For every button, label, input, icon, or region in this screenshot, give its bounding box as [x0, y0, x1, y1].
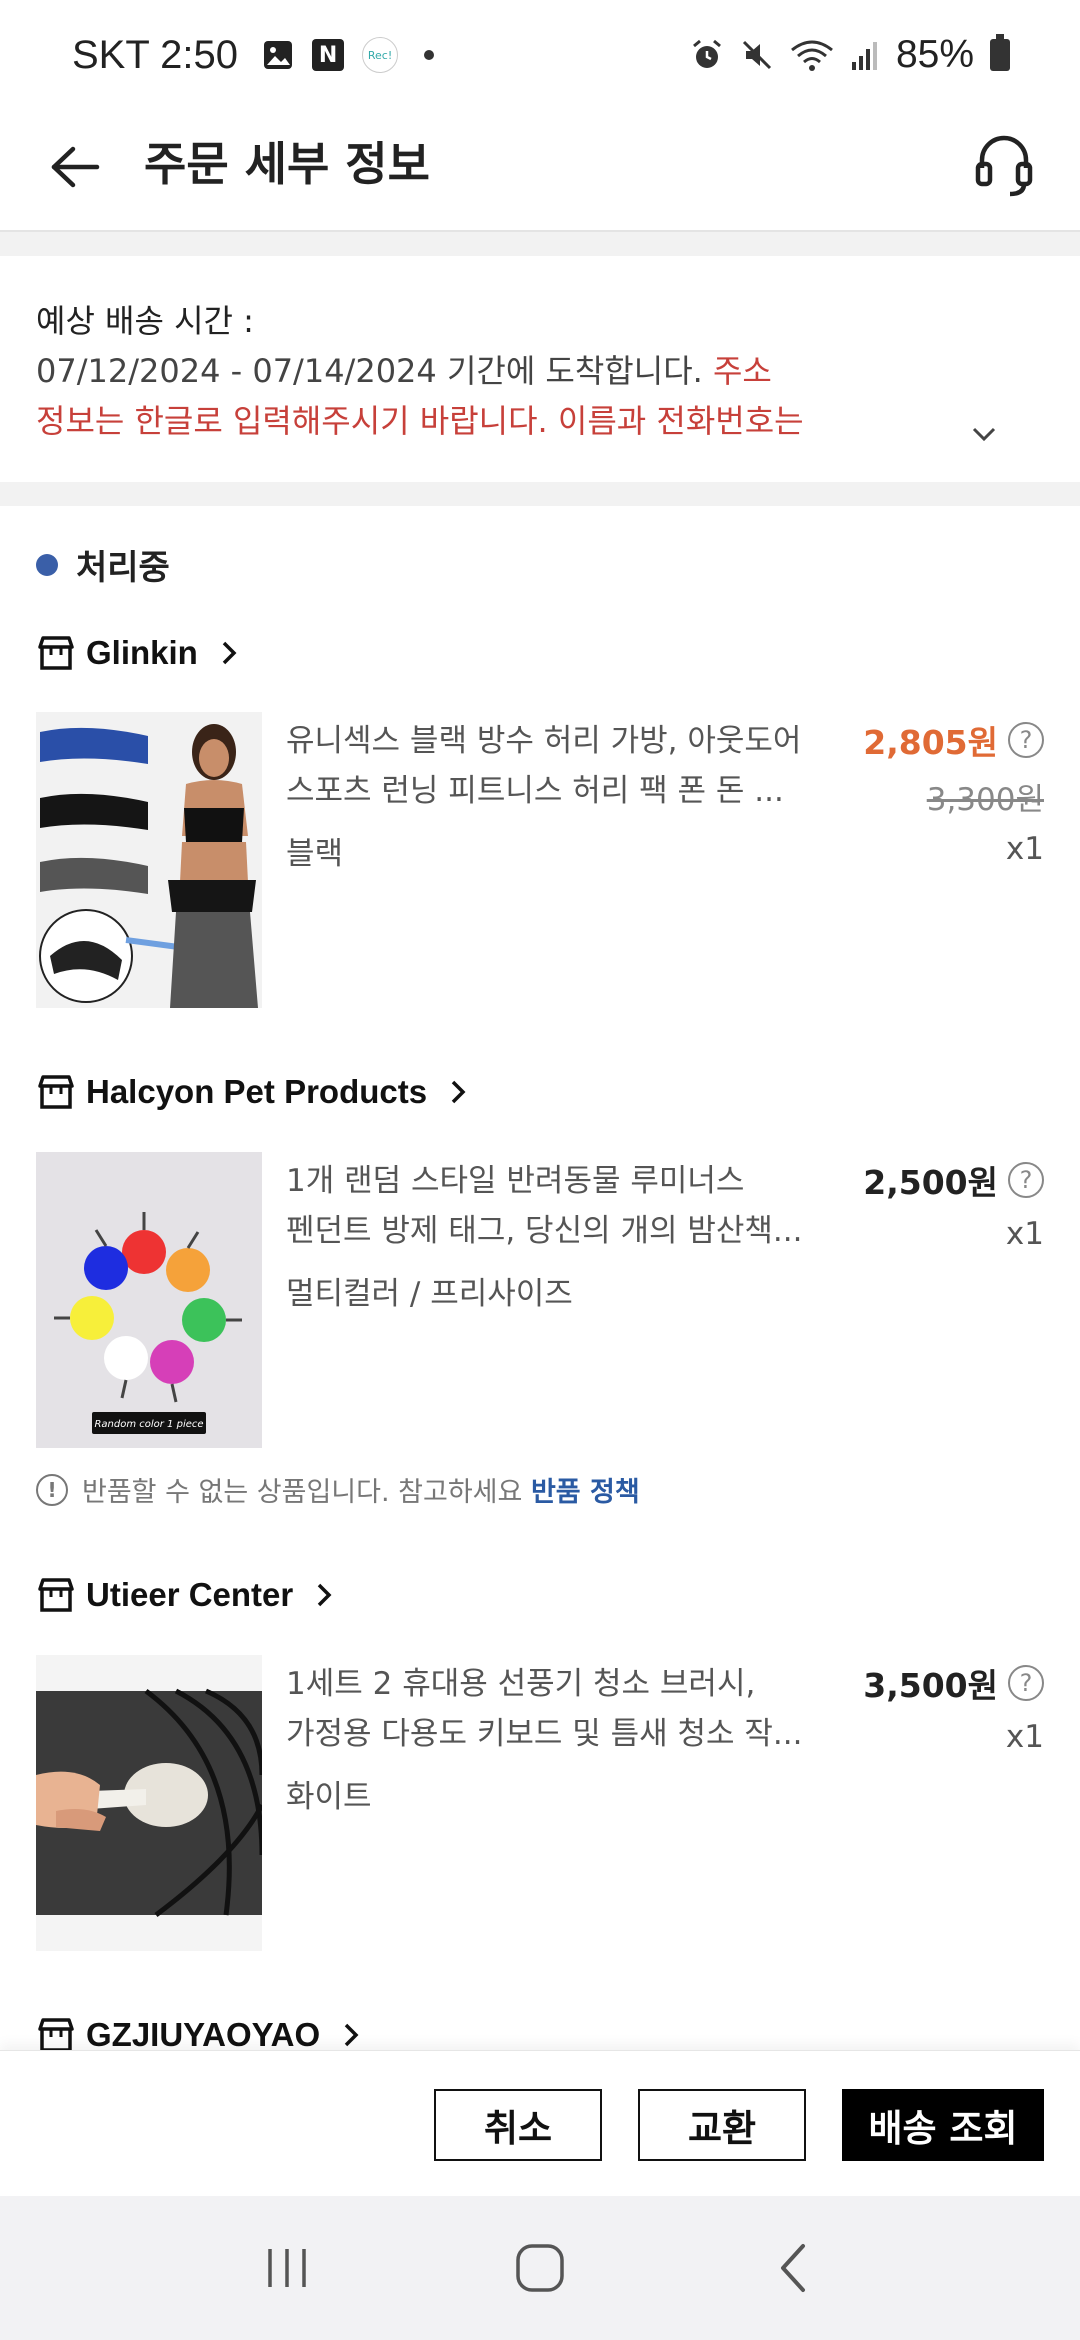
- shop-name: Halcyon Pet Products: [86, 1073, 428, 1110]
- shop-name: Glinkin: [86, 634, 198, 671]
- address-note-start: 주소: [712, 352, 772, 390]
- system-navigation-bar: [0, 2196, 1080, 2340]
- shop-name: Utieer Center: [86, 1576, 294, 1613]
- store-icon: [38, 1075, 74, 1109]
- address-note: 정보는 한글로 입력해주시기 바랍니다. 이름과 전화번호는: [36, 402, 804, 440]
- arrow-left-icon: [51, 146, 100, 188]
- cancel-button[interactable]: 취소: [434, 2089, 602, 2161]
- naver-app-icon: N: [312, 39, 345, 71]
- non-returnable-notice: ! 반품할 수 없는 상품입니다. 참고하세요 반품 정책: [36, 1470, 640, 1509]
- product-option: 블랙: [286, 836, 344, 872]
- system-back-button[interactable]: [763, 2238, 823, 2298]
- chevron-right-icon: [222, 641, 237, 665]
- headset-icon: [975, 135, 1033, 197]
- product-price: 2,500원: [863, 1163, 998, 1202]
- original-price: 3,300원: [926, 782, 1044, 818]
- section-divider: [0, 482, 1080, 506]
- product-title: 1세트 2 휴대용 선풍기 청소 브러시, 가정용 다용도 키보드 및 틈새 청…: [286, 1666, 803, 1752]
- product-item[interactable]: 1세트 2 휴대용 선풍기 청소 브러시, 가정용 다용도 키보드 및 틈새 청…: [36, 1655, 1044, 1951]
- customer-support-button[interactable]: [964, 126, 1044, 206]
- battery-icon: [990, 34, 1010, 71]
- home-icon: [516, 2244, 564, 2292]
- delivery-label: 예상 배송 시간 :: [36, 302, 254, 340]
- return-policy-link[interactable]: 반품 정책: [531, 1477, 640, 1508]
- chevron-right-icon: [344, 2023, 359, 2047]
- battery-percent: 85%: [895, 33, 974, 76]
- product-quantity: x1: [1005, 831, 1044, 867]
- product-title: 1개 랜덤 스타일 반려동물 루미너스 펜던트 방제 태그, 당신의 개의 밤산…: [286, 1163, 803, 1249]
- shop-link-gzjiuyaoyao[interactable]: GZJIUYAOYAO: [36, 2016, 364, 2054]
- image-caption: Random color 1 piece: [94, 1419, 203, 1430]
- mute-icon: [742, 40, 771, 70]
- order-status: 처리중: [36, 540, 170, 589]
- delivery-dates: 07/12/2024 - 07/14/2024 기간에 도착합니다. 주소: [36, 352, 772, 390]
- product-price: 2,805원: [863, 723, 998, 762]
- product-option: 화이트: [286, 1779, 372, 1815]
- product-image-pet-pendant[interactable]: Random color 1 piece: [36, 1152, 262, 1448]
- shop-name: GZJIUYAOYAO: [86, 2016, 321, 2053]
- product-quantity: x1: [1005, 1719, 1044, 1755]
- product-option: 멀티컬러 / 프리사이즈: [286, 1276, 573, 1312]
- waist-bag-image: [36, 712, 262, 1008]
- question-icon[interactable]: ?: [1008, 1665, 1044, 1701]
- question-icon[interactable]: ?: [1008, 722, 1044, 758]
- shop-link-halcyon-pet-products[interactable]: Halcyon Pet Products: [36, 1073, 471, 1111]
- store-icon: [38, 2018, 74, 2052]
- order-action-bar: 취소 교환 배송 조회: [0, 2050, 1080, 2196]
- question-icon[interactable]: ?: [1008, 1162, 1044, 1198]
- shop-link-utieer-center[interactable]: Utieer Center: [36, 1576, 337, 1614]
- recent-apps-icon: [267, 2249, 306, 2287]
- product-item[interactable]: 유니섹스 블랙 방수 허리 가방, 아웃도어 스포츠 런닝 피트니스 허리 팩 …: [36, 712, 1044, 1008]
- recent-apps-button[interactable]: [257, 2238, 317, 2298]
- chevron-down-icon[interactable]: [966, 416, 1002, 452]
- section-divider: [0, 232, 1080, 256]
- product-image-fan-brush[interactable]: [36, 1655, 262, 1951]
- track-shipment-button[interactable]: 배송 조회: [842, 2089, 1044, 2161]
- pet-pendant-image: Random color 1 piece: [36, 1152, 262, 1448]
- app-header: 주문 세부 정보: [0, 110, 1080, 232]
- chevron-left-icon: [781, 2244, 806, 2292]
- signal-icon: [851, 42, 877, 70]
- chevron-right-icon: [317, 1583, 332, 1607]
- gallery-icon: [264, 41, 293, 69]
- home-button[interactable]: [510, 2238, 570, 2298]
- store-icon: [38, 1578, 74, 1612]
- status-text: 처리중: [76, 548, 170, 588]
- product-image-waist-bag[interactable]: [36, 712, 262, 1008]
- carrier-time: SKT 2:50: [72, 32, 239, 77]
- product-item[interactable]: Random color 1 piece 1개 랜덤 스타일 반려동물 루미너스…: [36, 1152, 1044, 1448]
- status-dot: [36, 553, 58, 576]
- store-icon: [38, 636, 74, 670]
- exchange-button[interactable]: 교환: [638, 2089, 806, 2161]
- product-quantity: x1: [1005, 1216, 1044, 1252]
- alarm-icon: [692, 39, 721, 68]
- back-button[interactable]: [40, 132, 110, 202]
- chevron-right-icon: [451, 1080, 466, 1104]
- product-price: 3,500원: [863, 1666, 998, 1705]
- status-bar: SKT 2:50 N Rec! 85%: [0, 0, 1080, 110]
- fan-brush-image: [36, 1655, 262, 1951]
- more-notifications-icon: [424, 50, 435, 60]
- shop-link-glinkin[interactable]: Glinkin: [36, 634, 242, 672]
- page-title: 주문 세부 정보: [144, 137, 430, 191]
- product-title: 유니섹스 블랙 방수 허리 가방, 아웃도어 스포츠 런닝 피트니스 허리 팩 …: [286, 723, 802, 809]
- delivery-estimate[interactable]: 예상 배송 시간 : 07/12/2024 - 07/14/2024 기간에 도…: [0, 256, 1080, 482]
- recorder-app-icon: Rec!: [362, 37, 399, 73]
- exclamation-icon: !: [36, 1473, 68, 1506]
- wifi-icon: [791, 40, 833, 71]
